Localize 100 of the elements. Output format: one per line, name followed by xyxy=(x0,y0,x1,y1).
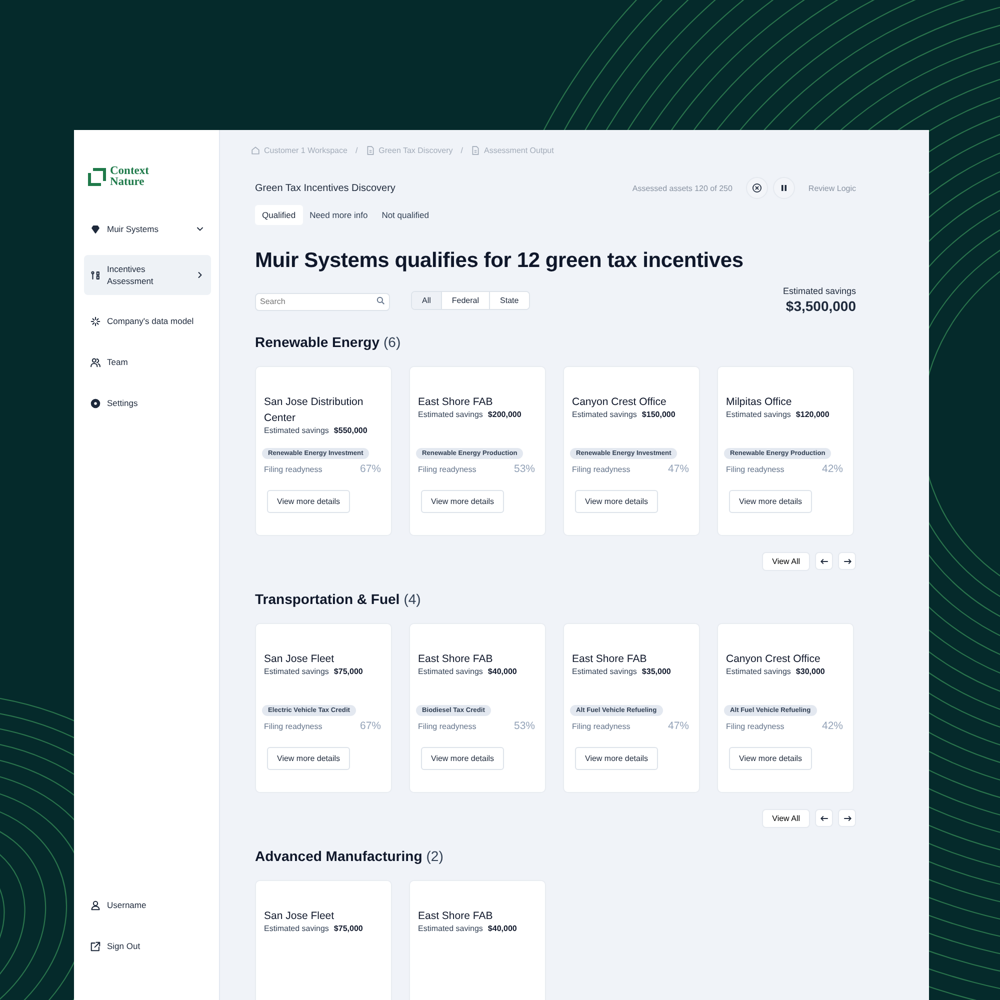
arrow-right-icon xyxy=(842,556,852,566)
search-field[interactable]: Search xyxy=(255,292,390,310)
asset-name: San Jose Fleet xyxy=(264,652,336,667)
view-all-button[interactable]: View All xyxy=(762,809,810,828)
document-icon xyxy=(471,146,480,155)
user-icon xyxy=(90,900,101,910)
savings-amount: $120,000 xyxy=(796,410,830,419)
sidebar-item[interactable]: Username xyxy=(84,890,211,920)
details-button[interactable]: View more details xyxy=(729,747,812,770)
savings-amount: $35,000 xyxy=(642,667,671,676)
arrow-right-icon xyxy=(842,814,852,822)
savings-label: Estimated savings xyxy=(572,410,637,419)
tab[interactable]: Qualified xyxy=(255,205,303,225)
savings-label: Estimated savings xyxy=(264,667,329,676)
readiness-label: Filing readyness xyxy=(572,722,630,730)
section-count: (6) xyxy=(384,334,401,350)
savings-label: Estimated savings xyxy=(418,667,483,676)
arrow-left-icon xyxy=(820,556,828,566)
sparkle-icon xyxy=(90,316,101,326)
readiness-value: 47% xyxy=(668,720,689,732)
breadcrumb-separator: / xyxy=(355,146,358,155)
external-link-icon xyxy=(90,940,101,952)
details-button[interactable]: View more details xyxy=(729,490,812,513)
savings-label: Estimated savings xyxy=(726,667,791,676)
readiness-label: Filing readyness xyxy=(572,464,630,474)
page-headline: Muir Systems qualifies for 12 green tax incentives xyxy=(255,249,744,273)
tab[interactable]: Not qualified xyxy=(374,205,436,225)
filter-button[interactable]: All xyxy=(412,292,441,309)
arrow-left-icon xyxy=(820,814,828,822)
filter-button[interactable]: State xyxy=(489,292,529,309)
savings-label: Estimated savings xyxy=(572,667,637,676)
readiness-label: Filing readyness xyxy=(418,464,476,474)
asset-name: East Shore FAB xyxy=(418,395,494,410)
pause-button[interactable] xyxy=(773,177,796,199)
previous-button[interactable] xyxy=(815,552,833,570)
readiness-value: 47% xyxy=(668,463,689,475)
sidebar-item[interactable]: Company's data model xyxy=(84,306,211,336)
asset-name: East Shore FAB xyxy=(418,652,494,667)
readiness-label: Filing readyness xyxy=(726,722,784,730)
readiness-value: 67% xyxy=(360,720,381,732)
view-all-button[interactable]: View All xyxy=(762,552,810,571)
savings-label: Estimated savings xyxy=(782,286,856,296)
details-button[interactable]: View more details xyxy=(575,747,658,770)
savings-amount: $75,000 xyxy=(334,667,363,676)
people-icon xyxy=(90,356,101,368)
progress-text: Assessed assets 120 of 250 xyxy=(632,184,732,192)
page-title: Green Tax Incentives Discovery xyxy=(255,182,396,194)
details-button[interactable]: View more details xyxy=(421,490,504,513)
savings-amount: $40,000 xyxy=(488,667,517,676)
asset-name: Milpitas Office xyxy=(726,395,793,410)
savings-amount: $40,000 xyxy=(488,924,517,933)
readiness-value: 67% xyxy=(360,463,381,475)
savings-label: Estimated savings xyxy=(418,410,483,419)
savings-label: Estimated savings xyxy=(418,924,483,933)
savings-amount: $75,000 xyxy=(334,924,363,933)
savings-amount: $150,000 xyxy=(642,410,676,419)
readiness-label: Filing readyness xyxy=(264,722,322,730)
readiness-value: 53% xyxy=(514,720,535,732)
tab[interactable]: Need more info xyxy=(302,205,375,225)
savings-label: Estimated savings xyxy=(726,410,791,419)
previous-button[interactable] xyxy=(815,809,833,827)
sidebar-item[interactable]: Sign Out xyxy=(84,931,211,961)
readiness-value: 42% xyxy=(822,720,843,732)
brand-name: Context Nature xyxy=(110,166,149,188)
asset-name: San Jose Distribution Center xyxy=(264,395,364,426)
tools-icon xyxy=(90,270,101,280)
readiness-label: Filing readyness xyxy=(418,722,476,730)
readiness-label: Filing readyness xyxy=(264,464,322,474)
search-icon xyxy=(376,296,385,304)
asset-name: Canyon Crest Office xyxy=(572,395,668,410)
readiness-value: 53% xyxy=(514,463,535,475)
home-icon xyxy=(251,146,260,155)
sidebar-item[interactable]: Settings xyxy=(84,388,211,418)
next-button[interactable] xyxy=(838,809,856,827)
savings-label: Estimated savings xyxy=(264,426,329,435)
section-title: Transportation & Fuel xyxy=(255,591,400,607)
close-icon xyxy=(752,183,762,193)
asset-name: San Jose Fleet xyxy=(264,909,336,924)
savings-amount: $30,000 xyxy=(796,667,825,676)
details-button[interactable]: View more details xyxy=(267,747,350,770)
document-icon xyxy=(366,146,375,155)
savings-label: Estimated savings xyxy=(264,924,329,933)
asset-name: East Shore FAB xyxy=(418,909,494,924)
readiness-label: Filing readyness xyxy=(726,464,784,474)
sidebar-item[interactable]: Team xyxy=(84,347,211,377)
details-button[interactable]: View more details xyxy=(421,747,504,770)
sidebar-item[interactable]: Incentives Assessment xyxy=(84,255,211,295)
details-button[interactable]: View more details xyxy=(267,490,350,513)
details-button[interactable]: View more details xyxy=(575,490,658,513)
asset-name: East Shore FAB xyxy=(572,652,648,667)
breadcrumb-separator: / xyxy=(460,146,464,155)
section-title: Advanced Manufacturing xyxy=(255,848,422,864)
section-count: (2) xyxy=(426,848,444,864)
sidebar-item[interactable]: Muir Systems xyxy=(84,214,211,244)
logo-icon xyxy=(88,168,106,186)
readiness-value: 42% xyxy=(822,463,843,475)
next-button[interactable] xyxy=(838,552,856,570)
cancel-button[interactable] xyxy=(746,177,768,199)
section-title: Renewable Energy xyxy=(255,334,380,350)
section-count: (4) xyxy=(404,591,421,607)
